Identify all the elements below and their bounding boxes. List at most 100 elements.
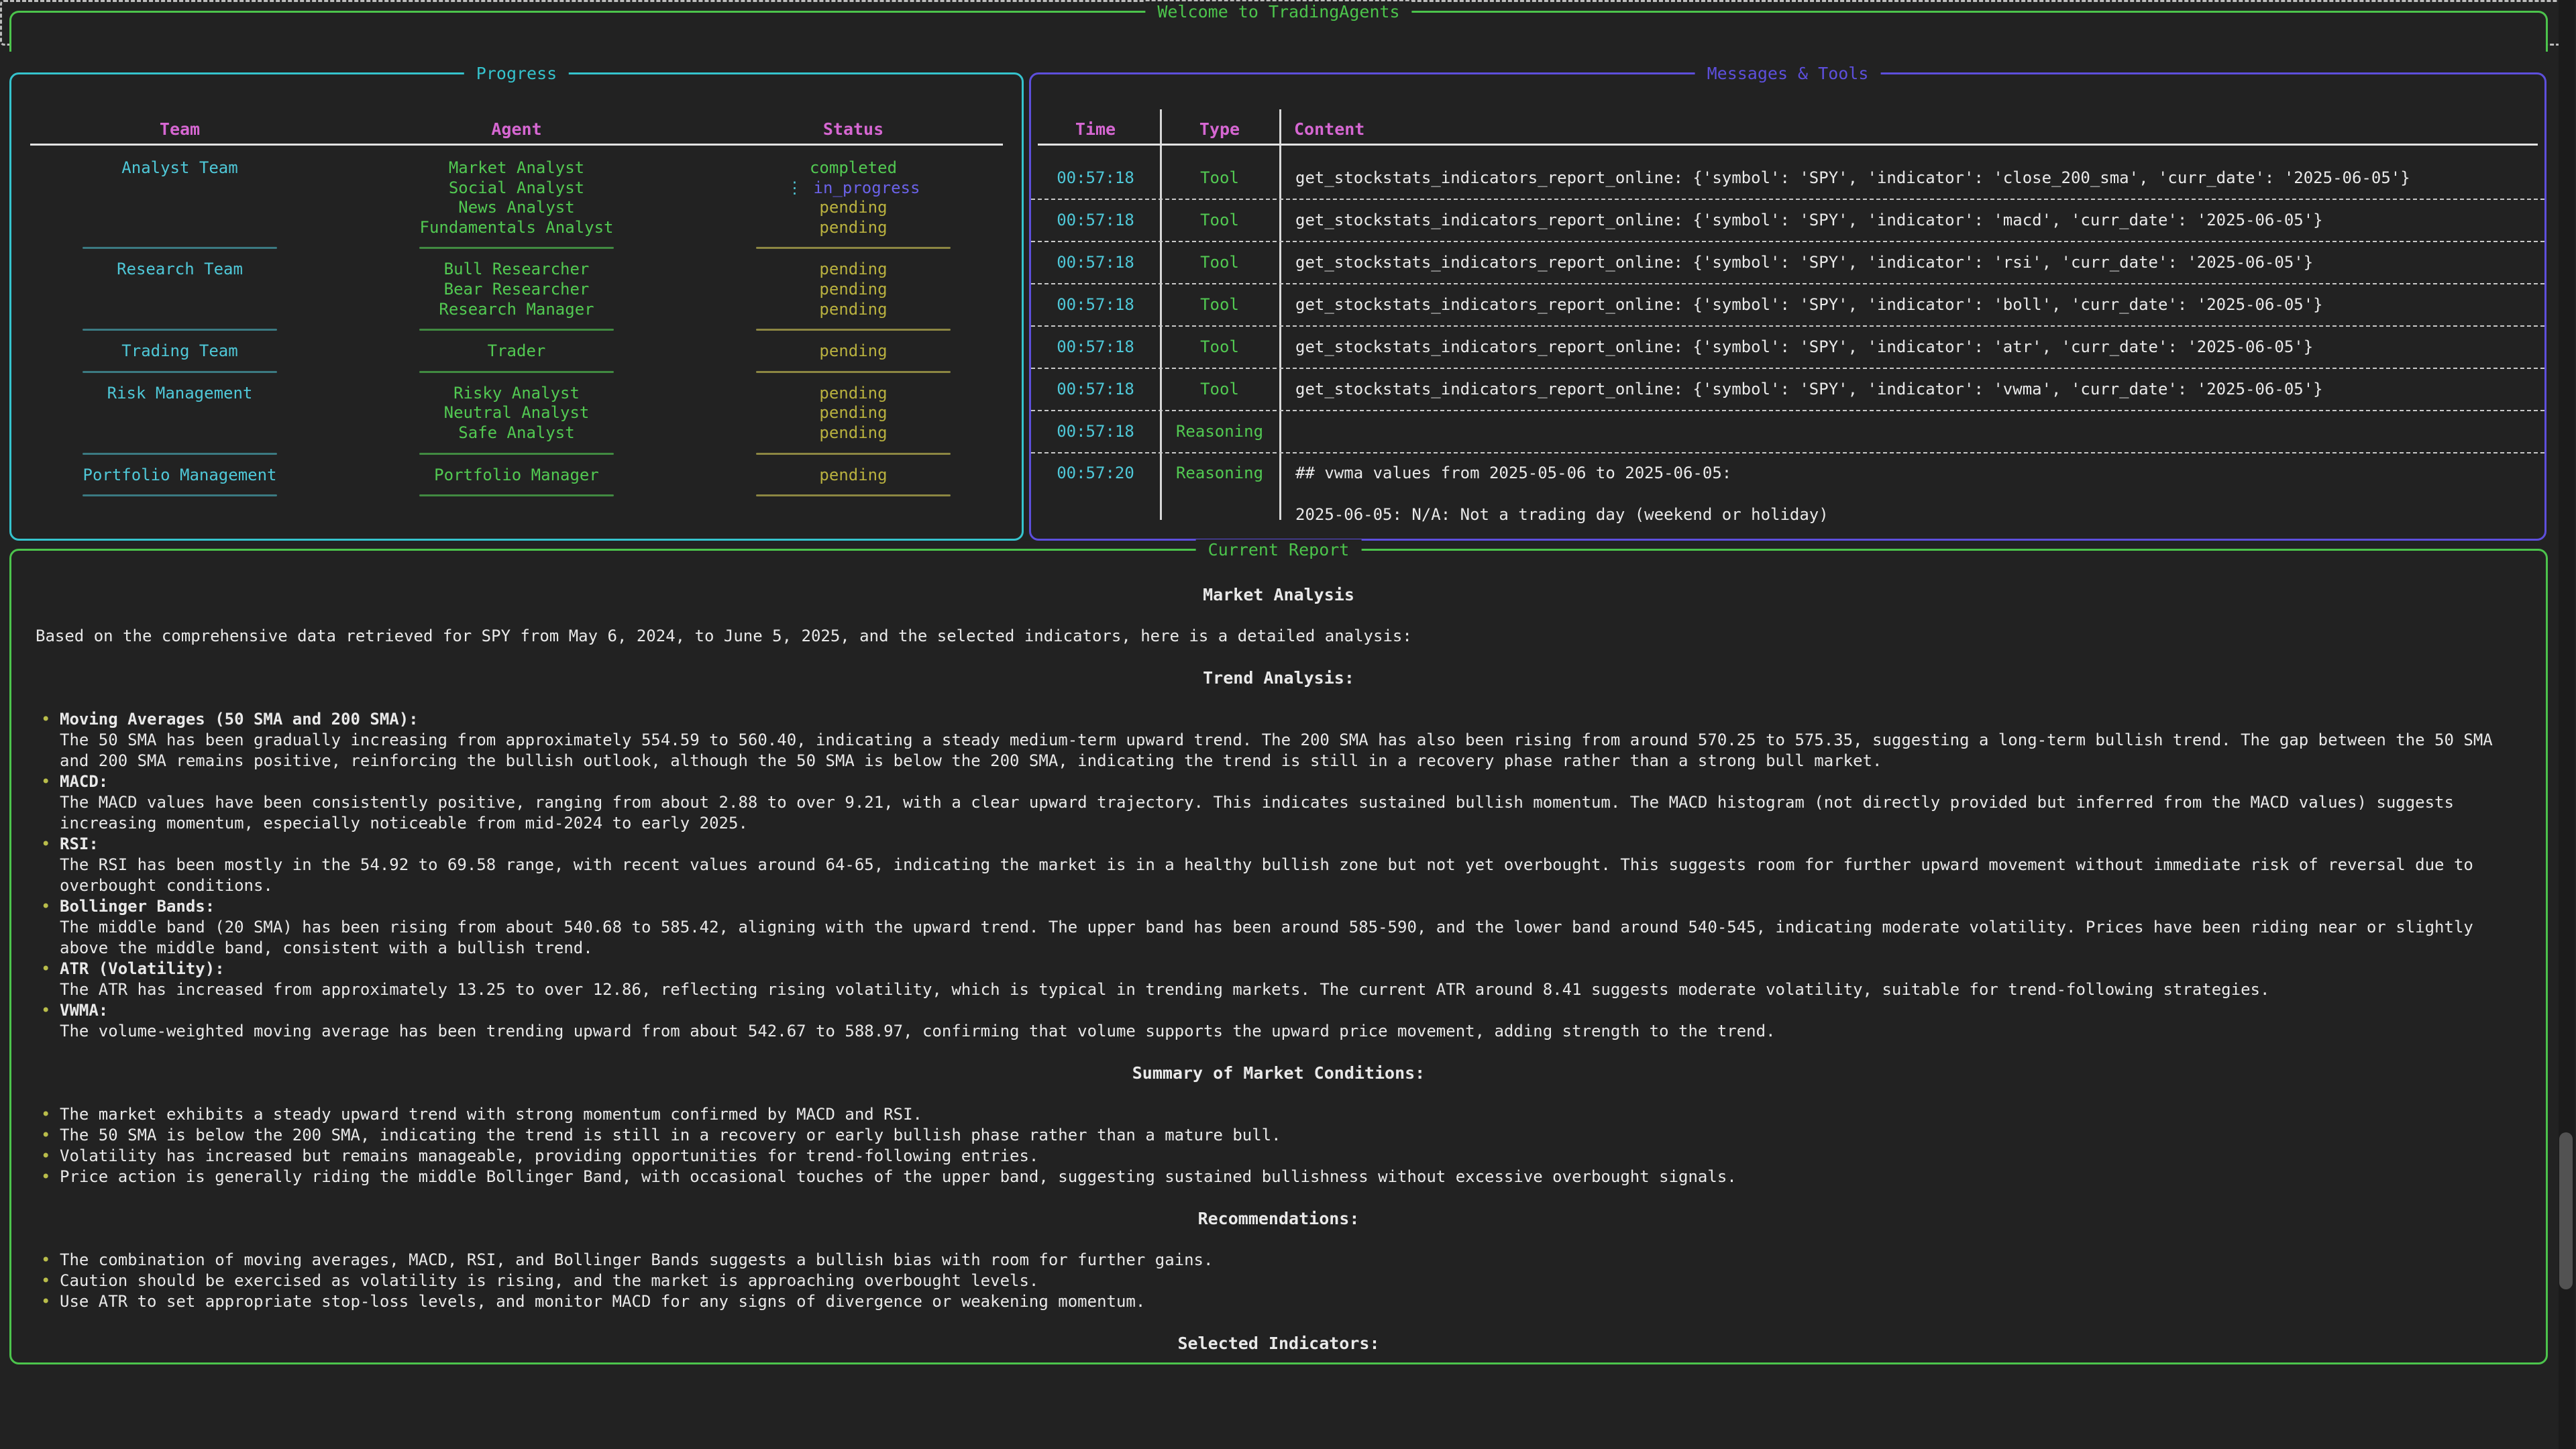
progress-row: Trading TeamTraderpending: [11, 341, 1022, 361]
message-content: get_stockstats_indicators_report_online:…: [1279, 210, 2544, 231]
scrollbar-track[interactable]: [2559, 0, 2575, 1449]
welcome-header-panel: Welcome to TradingAgents: [9, 11, 2548, 52]
current-report-panel: Current Report Market Analysis Based on …: [9, 549, 2548, 1364]
column-header-time: Time: [1031, 119, 1160, 140]
agent-cell: Bear Researcher: [348, 279, 685, 300]
app-title: Welcome to TradingAgents: [1145, 1, 1411, 22]
separator-segment: [685, 494, 1022, 496]
messages-table: Time Type Content 00:57:18Toolget_stocks…: [1031, 74, 2544, 539]
report-sections: Trend Analysis: Moving Averages (50 SMA a…: [36, 667, 2522, 1354]
separator-line: [756, 494, 951, 496]
column-header-status: Status: [685, 119, 1022, 140]
column-header-content: Content: [1279, 119, 2544, 140]
section-heading: Selected Indicators:: [36, 1333, 2522, 1354]
team-group-separator: [11, 361, 1022, 383]
message-time: 00:57:18: [1031, 168, 1160, 189]
agent-cell: Market Analyst: [348, 158, 685, 178]
separator-line: [83, 494, 277, 496]
message-content: get_stockstats_indicators_report_online:…: [1279, 168, 2544, 189]
report-bullet: VWMA:The volume-weighted moving average …: [36, 1000, 2522, 1042]
bullet-text: The volume-weighted moving average has b…: [60, 1021, 2522, 1042]
bullet-text: The ATR has increased from approximately…: [60, 979, 2522, 1000]
report-bullet: RSI:The RSI has been mostly in the 54.92…: [36, 834, 2522, 896]
agent-cell: News Analyst: [348, 197, 685, 218]
column-header-type: Type: [1160, 119, 1279, 140]
column-header-agent: Agent: [348, 119, 685, 140]
report-bullet: The combination of moving averages, MACD…: [36, 1250, 2522, 1271]
message-row: 00:57:18Toolget_stockstats_indicators_re…: [1031, 368, 2544, 410]
scrollbar-thumb[interactable]: [2559, 1132, 2573, 1289]
report-bullet: MACD:The MACD values have been consisten…: [36, 771, 2522, 834]
status-cell: pending: [685, 341, 1022, 362]
progress-row: Research Managerpending: [11, 299, 1022, 319]
bullet-text: Use ATR to set appropriate stop-loss lev…: [60, 1291, 2522, 1312]
progress-row: Research TeamBull Researcherpending: [11, 259, 1022, 279]
separator-segment: [348, 329, 685, 331]
progress-row: Social Analyst⋮in_progress: [11, 178, 1022, 198]
separator-segment: [685, 371, 1022, 373]
message-time: 00:57:18: [1031, 337, 1160, 358]
report-bullet: Price action is generally riding the mid…: [36, 1167, 2522, 1187]
bullet-text: The middle band (20 SMA) has been rising…: [60, 917, 2522, 959]
separator-segment: [11, 371, 348, 373]
message-type: Reasoning: [1160, 421, 1279, 442]
status-cell: pending: [685, 402, 1022, 423]
message-row: 00:57:18Toolget_stockstats_indicators_re…: [1031, 199, 2544, 241]
bullet-text: The RSI has been mostly in the 54.92 to …: [60, 855, 2522, 896]
progress-row: Risk ManagementRisky Analystpending: [11, 383, 1022, 403]
messages-table-header: Time Type Content: [1031, 119, 2544, 140]
bullet-text: The 50 SMA is below the 200 SMA, indicat…: [60, 1125, 2522, 1146]
status-cell: ⋮in_progress: [685, 178, 1022, 199]
section-heading: Trend Analysis:: [36, 667, 2522, 688]
messages-tools-panel: Messages & Tools Time Type Content 00:57…: [1029, 72, 2546, 541]
bullet-label: RSI:: [60, 834, 2522, 855]
agent-cell: Trader: [348, 341, 685, 362]
status-cell: pending: [685, 259, 1022, 280]
bullet-text: The market exhibits a steady upward tren…: [60, 1104, 2522, 1125]
content-line: [1295, 484, 2544, 504]
status-cell: pending: [685, 465, 1022, 486]
report-content: Market Analysis Based on the comprehensi…: [11, 551, 2546, 1360]
section-heading: Recommendations:: [36, 1208, 2522, 1229]
message-time: 00:57:18: [1031, 379, 1160, 400]
status-cell: pending: [685, 217, 1022, 238]
message-type: Tool: [1160, 379, 1279, 400]
progress-table-header: Team Agent Status: [11, 119, 1022, 140]
header-separator-line: [1038, 144, 2538, 146]
bullet-text: The combination of moving averages, MACD…: [60, 1250, 2522, 1271]
bullet-text: Price action is generally riding the mid…: [60, 1167, 2522, 1187]
separator-segment: [348, 247, 685, 249]
message-type: Tool: [1160, 252, 1279, 273]
report-bullet: Caution should be exercised as volatilit…: [36, 1271, 2522, 1291]
separator-line: [419, 453, 614, 455]
status-cell: pending: [685, 383, 1022, 404]
bullet-label: Moving Averages (50 SMA and 200 SMA):: [60, 709, 2522, 730]
message-time: 00:57:18: [1031, 294, 1160, 315]
separator-segment: [11, 329, 348, 331]
separator-segment: [348, 371, 685, 373]
bullet-label: MACD:: [60, 771, 2522, 792]
separator-line: [419, 371, 614, 373]
column-header-team: Team: [11, 119, 348, 140]
team-cell: Trading Team: [11, 341, 348, 362]
agent-cell: Neutral Analyst: [348, 402, 685, 423]
report-bullet: Moving Averages (50 SMA and 200 SMA):The…: [36, 709, 2522, 771]
team-cell: Research Team: [11, 259, 348, 280]
progress-table-body: Analyst TeamMarket AnalystcompletedSocia…: [11, 158, 1022, 506]
separator-segment: [685, 247, 1022, 249]
separator-segment: [11, 453, 348, 455]
report-bullet: Volatility has increased but remains man…: [36, 1146, 2522, 1167]
status-cell: pending: [685, 279, 1022, 300]
message-type: Tool: [1160, 168, 1279, 189]
team-cell: Risk Management: [11, 383, 348, 404]
separator-line: [756, 247, 951, 249]
team-group-separator: [11, 484, 1022, 506]
separator-line: [83, 329, 277, 331]
message-row: 00:57:18Toolget_stockstats_indicators_re…: [1031, 283, 2544, 325]
agent-cell: Safe Analyst: [348, 423, 685, 443]
agent-cell: Bull Researcher: [348, 259, 685, 280]
separator-line: [419, 329, 614, 331]
team-group-separator: [11, 319, 1022, 341]
status-cell: pending: [685, 423, 1022, 443]
team-group-separator: [11, 443, 1022, 465]
